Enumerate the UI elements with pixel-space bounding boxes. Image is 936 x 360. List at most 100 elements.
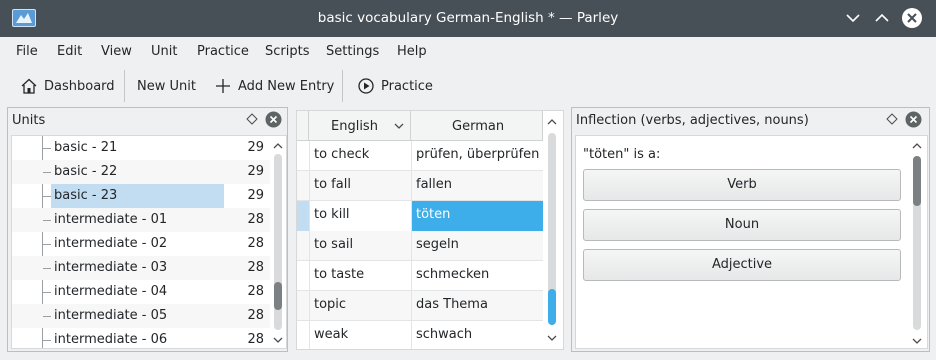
unit-count: 28	[247, 332, 264, 347]
unit-name: intermediate - 05	[54, 308, 168, 323]
table-row[interactable]: to check prüfen, überprüfen	[297, 141, 543, 171]
scroll-thumb[interactable]	[274, 282, 282, 310]
unit-count: 29	[247, 188, 264, 203]
chevron-up-icon[interactable]	[546, 117, 558, 127]
vocabulary-scrollbar[interactable]	[545, 111, 559, 349]
row-header[interactable]	[297, 141, 309, 171]
cell-english[interactable]: to sail	[309, 231, 411, 261]
cell-english[interactable]: to check	[309, 141, 411, 171]
cell-german-selected[interactable]: töten	[411, 201, 543, 231]
noun-button[interactable]: Noun	[583, 209, 901, 241]
menu-bar: File Edit View Unit Practice Scripts Set…	[0, 37, 936, 67]
cell-german[interactable]: schmecken	[411, 261, 543, 291]
close-window-icon[interactable]	[900, 6, 924, 30]
cell-german[interactable]: schwach	[411, 321, 543, 349]
menu-settings[interactable]: Settings	[326, 44, 379, 59]
plus-icon	[216, 79, 230, 93]
new-unit-button[interactable]: New Unit	[133, 72, 200, 100]
row-header[interactable]	[297, 231, 309, 261]
new-unit-label: New Unit	[137, 78, 196, 94]
table-row[interactable]: weak schwach	[297, 321, 543, 349]
tree-connector	[43, 340, 51, 341]
chevron-down-icon[interactable]	[272, 335, 284, 345]
verb-button[interactable]: Verb	[583, 169, 901, 201]
table-row-selected[interactable]: to kill töten	[297, 201, 543, 231]
tree-connector	[43, 148, 51, 149]
column-header-german[interactable]: German	[411, 111, 543, 141]
adjective-button[interactable]: Adjective	[583, 249, 901, 281]
unit-row[interactable]: basic - 21 29	[12, 136, 270, 160]
chevron-up-icon[interactable]	[911, 141, 923, 151]
cell-german[interactable]: prüfen, überprüfen	[411, 141, 543, 171]
row-header[interactable]	[297, 321, 309, 349]
vocabulary-table: English German to check prüfen, überprüf…	[296, 110, 564, 350]
cell-english[interactable]: weak	[309, 321, 411, 349]
unit-name: intermediate - 02	[54, 236, 168, 251]
unit-count: 28	[247, 308, 264, 323]
cell-english[interactable]: topic	[309, 291, 411, 321]
scroll-thumb[interactable]	[548, 289, 556, 325]
tree-connector	[43, 172, 51, 173]
tree-connector	[43, 220, 51, 221]
cell-english[interactable]: to fall	[309, 171, 411, 201]
column-header-label: German	[452, 119, 505, 134]
title-bar: basic vocabulary German-English * — Parl…	[0, 0, 936, 37]
close-panel-icon[interactable]	[265, 111, 282, 128]
unit-row-selected[interactable]: basic - 23 29	[12, 184, 270, 208]
maximize-icon[interactable]	[870, 6, 894, 30]
column-header-label: English	[331, 119, 378, 134]
menu-file[interactable]: File	[16, 44, 38, 59]
units-tree: basic - 21 29 basic - 22 29 basic - 23 2…	[11, 135, 287, 349]
units-panel: Units basic - 21 29 basic - 22 29 basic …	[7, 107, 288, 352]
unit-name: basic - 22	[54, 164, 118, 179]
menu-scripts[interactable]: Scripts	[265, 44, 309, 59]
menu-practice[interactable]: Practice	[197, 44, 249, 59]
menu-unit[interactable]: Unit	[151, 44, 177, 59]
cell-english[interactable]: to taste	[309, 261, 411, 291]
toolbar-separator	[342, 70, 343, 102]
chevron-down-icon[interactable]	[546, 333, 558, 343]
tree-connector	[43, 316, 51, 317]
table-row[interactable]: to fall fallen	[297, 171, 543, 201]
practice-button[interactable]: Practice	[353, 72, 437, 100]
dashboard-button[interactable]: Dashboard	[16, 72, 119, 100]
chevron-down-icon[interactable]	[911, 336, 923, 346]
unit-count: 29	[247, 140, 264, 155]
table-row[interactable]: topic das Thema	[297, 291, 543, 321]
minimize-icon[interactable]	[841, 6, 865, 30]
unit-row[interactable]: intermediate - 04 28	[12, 280, 270, 304]
float-panel-icon[interactable]	[245, 112, 259, 126]
cell-german[interactable]: fallen	[411, 171, 543, 201]
units-scrollbar[interactable]	[271, 136, 285, 348]
unit-row[interactable]: intermediate - 05 28	[12, 304, 270, 328]
unit-row[interactable]: intermediate - 03 28	[12, 256, 270, 280]
unit-row[interactable]: basic - 22 29	[12, 160, 270, 184]
cell-german[interactable]: das Thema	[411, 291, 543, 321]
row-header[interactable]	[297, 261, 309, 291]
table-row[interactable]: to sail segeln	[297, 231, 543, 261]
add-new-entry-button[interactable]: Add New Entry	[210, 72, 338, 100]
row-header[interactable]	[297, 291, 309, 321]
unit-row[interactable]: intermediate - 01 28	[12, 208, 270, 232]
menu-view[interactable]: View	[101, 44, 132, 59]
close-panel-icon[interactable]	[905, 111, 922, 128]
row-header-selected[interactable]	[297, 201, 309, 231]
cell-german[interactable]: segeln	[411, 231, 543, 261]
unit-row[interactable]: intermediate - 02 28	[12, 232, 270, 256]
scroll-thumb[interactable]	[913, 156, 921, 206]
table-row[interactable]: to taste schmecken	[297, 261, 543, 291]
row-header[interactable]	[297, 171, 309, 201]
float-panel-icon[interactable]	[885, 112, 899, 126]
cell-english[interactable]: to kill	[309, 201, 411, 231]
unit-row[interactable]: intermediate - 06 28	[12, 328, 270, 348]
sort-indicator-icon	[394, 123, 404, 129]
unit-count: 28	[247, 236, 264, 251]
inflection-scrollbar[interactable]	[910, 136, 924, 348]
inflection-panel-title: Inflection (verbs, adjectives, nouns)	[576, 113, 809, 128]
inflection-panel: Inflection (verbs, adjectives, nouns) "t…	[571, 107, 930, 352]
menu-help[interactable]: Help	[397, 44, 427, 59]
word-type-question: "töten" is a:	[583, 147, 661, 162]
menu-edit[interactable]: Edit	[57, 44, 82, 59]
column-header-english[interactable]: English	[309, 111, 411, 141]
chevron-up-icon[interactable]	[272, 141, 284, 151]
